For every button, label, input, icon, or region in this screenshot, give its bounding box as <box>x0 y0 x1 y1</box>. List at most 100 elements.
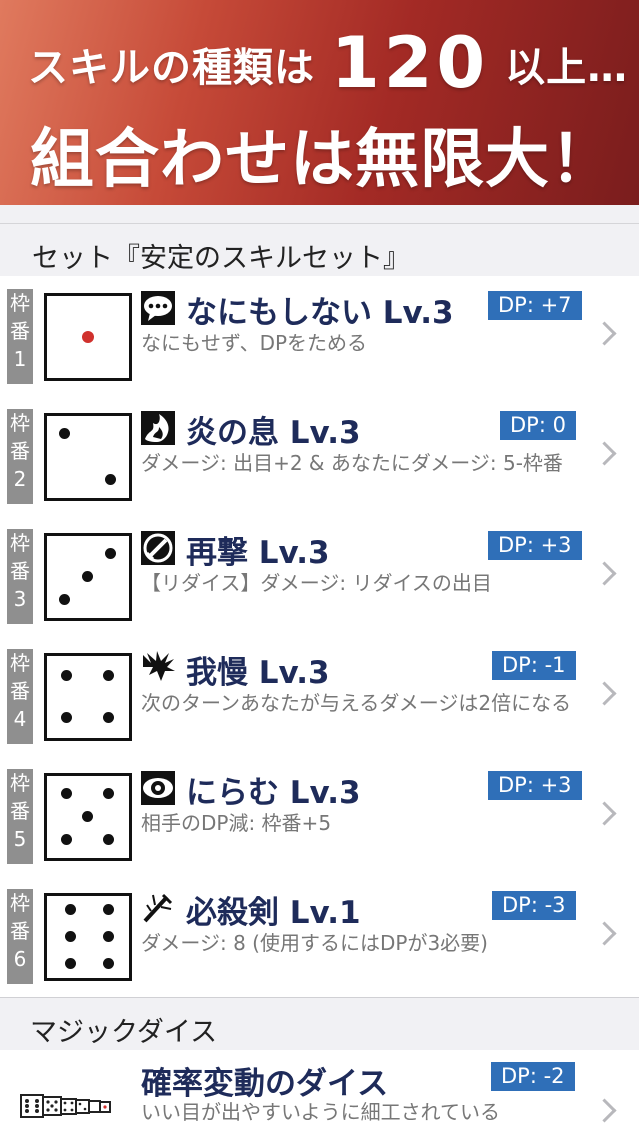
die-pip <box>103 670 114 681</box>
die-pip <box>105 474 116 485</box>
promo-banner: スキルの種類は 120 以上… 組合わせは無限大！ <box>0 0 639 205</box>
chevron-right-icon <box>592 921 617 946</box>
slot-number-tab: 枠番 6 <box>7 889 33 984</box>
die-pip <box>103 904 114 915</box>
dp-badge: DP: 0 <box>500 411 576 440</box>
die-pip <box>61 834 72 845</box>
slot-tab-char: 枠 <box>10 531 30 555</box>
die-pip <box>82 331 94 343</box>
die-pip <box>65 904 76 915</box>
die-face-2 <box>44 413 132 501</box>
slot-number-tab: 枠番 3 <box>7 529 33 624</box>
chevron-right-icon <box>592 1098 617 1123</box>
die-pip <box>59 594 70 605</box>
skill-name: にらむ Lv.3 <box>186 775 361 811</box>
sword-strike-icon <box>141 531 175 565</box>
banner-headline-1: スキルの種類は 120 以上… <box>28 22 628 104</box>
slot-tab-char: 枠 <box>10 891 30 915</box>
slot-number-tab: 枠番 5 <box>7 769 33 864</box>
skill-name: 必殺剣 Lv.1 <box>186 895 361 931</box>
magic-dice-name: 確率変動のダイス <box>141 1066 389 1102</box>
magic-dice-row[interactable]: 確率変動のダイス DP: -2 いい目が出やすいように細工されている <box>0 1050 639 1140</box>
slot-tab-char: 2 <box>13 467 27 491</box>
slot-tab-char: 枠 <box>10 291 30 315</box>
slot-tab-char: 番 <box>10 319 30 343</box>
dice-strip-icon <box>20 1094 111 1118</box>
die-pip <box>103 931 114 942</box>
dp-badge: DP: -3 <box>492 891 576 920</box>
skill-name: なにもしない Lv.3 <box>186 295 454 331</box>
slot-number-tab: 枠番 1 <box>7 289 33 384</box>
glare-eye-icon <box>141 771 175 805</box>
die-pip <box>103 788 114 799</box>
slot-tab-char: 5 <box>13 827 27 851</box>
skill-row[interactable]: 枠番 3 再撃 Lv.3 DP: +3 【リダイス】ダメージ: リダイスの出目 <box>0 517 639 638</box>
chevron-right-icon <box>592 801 617 826</box>
skill-name: 炎の息 Lv.3 <box>186 415 361 451</box>
banner-line1-text: スキルの種類は <box>28 45 315 91</box>
die-pip <box>82 571 93 582</box>
magic-dice-description: いい目が出やすいように細工されている <box>141 1100 500 1124</box>
magic-section-header: マジックダイス <box>0 998 639 1050</box>
slot-number-tab: 枠番 2 <box>7 409 33 504</box>
chevron-right-icon <box>592 561 617 586</box>
slot-number-tab: 枠番 4 <box>7 649 33 744</box>
chevron-right-icon <box>592 441 617 466</box>
die-face-4 <box>44 653 132 741</box>
magic-dice-dp-badge: DP: -2 <box>491 1062 575 1091</box>
endure-icon <box>141 651 175 685</box>
die-pip <box>103 712 114 723</box>
die-pip <box>61 788 72 799</box>
slot-tab-char: 4 <box>13 707 27 731</box>
skill-description: ダメージ: 出目+2 & あなたにダメージ: 5-枠番 <box>141 451 563 475</box>
slot-tab-char: 番 <box>10 439 30 463</box>
slot-tab-char: 枠 <box>10 651 30 675</box>
magic-section-title: マジックダイス <box>30 1017 218 1048</box>
die-face-3 <box>44 533 132 621</box>
skill-row[interactable]: 枠番 2 炎の息 Lv.3 DP: 0 ダメージ: 出目+2 & あなたにダメージ: 5… <box>0 397 639 518</box>
die-face-5 <box>44 773 132 861</box>
slot-tab-char: 6 <box>13 947 27 971</box>
die-pip <box>59 428 70 439</box>
skill-row[interactable]: 枠番 5 にらむ Lv.3 DP: +3 相手のDP減: 枠番+5 <box>0 757 639 878</box>
divider-strip <box>0 205 639 224</box>
fire-breath-icon <box>141 411 175 445</box>
dp-badge: DP: +3 <box>488 771 582 800</box>
dp-badge: DP: -1 <box>492 651 576 680</box>
skill-description: なにもせず、DPをためる <box>141 331 368 355</box>
skill-row[interactable]: 枠番 1 なにもしない Lv.3 DP: +7 なにもせず、DPをためる <box>0 277 639 398</box>
skill-name: 我慢 Lv.3 <box>186 655 330 691</box>
set-section-title: セット『安定のスキルセット』 <box>32 243 410 274</box>
slot-tab-char: 3 <box>13 587 27 611</box>
slot-tab-char: 番 <box>10 799 30 823</box>
dp-badge: DP: +7 <box>488 291 582 320</box>
skill-description: 相手のDP減: 枠番+5 <box>141 811 332 835</box>
die-pip <box>65 958 76 969</box>
speech-bubble-icon <box>141 291 175 325</box>
skill-row[interactable]: 枠番 6 必殺剣 Lv.1 DP: -3 ダメージ: 8 (使用するにはDPが3必要) <box>0 877 639 998</box>
die-pip <box>61 712 72 723</box>
deadly-sword-icon <box>141 891 175 925</box>
set-section-header: セット『安定のスキルセット』 <box>0 224 639 276</box>
die-pip <box>105 548 116 559</box>
skill-row[interactable]: 枠番 4 我慢 Lv.3 DP: -1 次のターンあなたが与えるダメージは2倍になる <box>0 637 639 758</box>
slot-tab-char: 枠 <box>10 411 30 435</box>
skill-description: 次のターンあなたが与えるダメージは2倍になる <box>141 691 572 715</box>
banner-headline-2: 組合わせは無限大！ <box>30 123 615 197</box>
die-pip <box>65 931 76 942</box>
banner-skill-count: 120 <box>331 22 490 104</box>
die-face-1 <box>44 293 132 381</box>
banner-line1-suffix: 以上… <box>505 45 629 91</box>
slot-tab-char: 枠 <box>10 771 30 795</box>
die-pip <box>61 670 72 681</box>
slot-tab-char: 番 <box>10 559 30 583</box>
skill-name: 再撃 Lv.3 <box>186 535 330 571</box>
slot-tab-char: 1 <box>13 347 27 371</box>
slot-tab-char: 番 <box>10 919 30 943</box>
die-pip <box>103 958 114 969</box>
die-face-6 <box>44 893 132 981</box>
skill-description: ダメージ: 8 (使用するにはDPが3必要) <box>141 931 488 955</box>
dp-badge: DP: +3 <box>488 531 582 560</box>
die-pip <box>103 834 114 845</box>
chevron-right-icon <box>592 321 617 346</box>
